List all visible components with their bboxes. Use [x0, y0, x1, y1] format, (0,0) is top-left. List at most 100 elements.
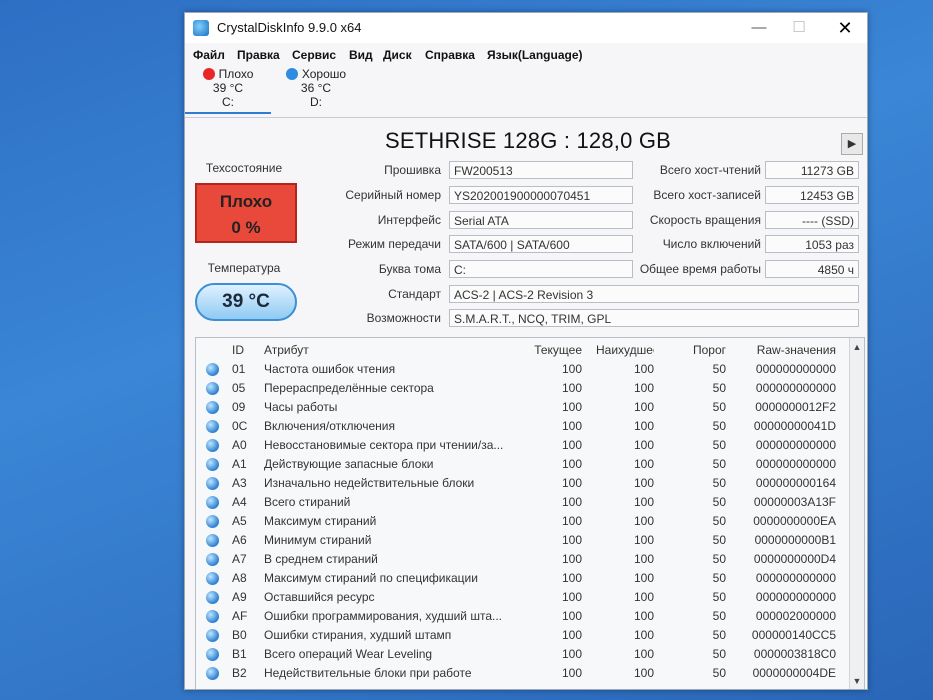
cell-worst: 100: [633, 362, 654, 376]
menu-view[interactable]: Вид: [349, 48, 373, 62]
power-on-count-field: 1053 раз: [765, 235, 859, 253]
table-row[interactable]: A4 Всего стираний 100 100 50 00000003A13F: [196, 493, 848, 512]
cell-raw: 000000000000: [755, 590, 836, 604]
table-row[interactable]: AF Ошибки программирования, худший шта...…: [196, 607, 848, 626]
col-current[interactable]: Текущее: [526, 343, 582, 357]
health-label: Техсостояние: [205, 161, 283, 175]
cell-attribute: Часы работы: [264, 400, 338, 414]
standard-field: ACS-2 | ACS-2 Revision 3: [449, 285, 859, 303]
minimize-button[interactable]: —: [745, 17, 773, 39]
table-row[interactable]: A7 В среднем стираний 100 100 50 0000000000D4: [196, 550, 848, 569]
health-percent: 0 %: [231, 218, 261, 237]
status-good-icon: [206, 629, 219, 642]
next-disk-button[interactable]: ▶: [841, 133, 863, 155]
table-row[interactable]: B2 Недействительные блоки при работе 100 10…: [196, 664, 848, 683]
selected-drive-indicator: [185, 112, 271, 114]
close-button[interactable]: ✕: [831, 17, 859, 39]
serial-label: Серийный номер: [345, 188, 441, 202]
cell-id: AF: [232, 609, 248, 623]
table-row[interactable]: B0 Ошибки стирания, худший штамп 100 100 50 0…: [196, 626, 848, 645]
table-row[interactable]: A1 Действующие запасные блоки 100 100 50 0000…: [196, 455, 848, 474]
menu-edit[interactable]: Правка: [237, 48, 280, 62]
cell-attribute: Всего стираний: [264, 495, 351, 509]
cell-worst: 100: [633, 419, 654, 433]
serial-field: YS202001900000070451: [449, 186, 633, 204]
table-row[interactable]: A5 Максимум стираний 100 100 50 0000000000EA: [196, 512, 848, 531]
cell-current: 100: [561, 495, 582, 509]
table-row[interactable]: 09 Часы работы 100 100 50 0000000012F2: [196, 398, 848, 417]
health-status-text: Плохо: [219, 192, 273, 211]
cell-id: A7: [232, 552, 247, 566]
transfer-mode-field: SATA/600 | SATA/600: [449, 235, 633, 253]
menu-file[interactable]: Файл: [193, 48, 225, 62]
drive-status: Плохо: [218, 67, 254, 81]
cell-current: 100: [561, 476, 582, 490]
scroll-down-icon[interactable]: ▼: [850, 674, 864, 688]
drive-letter-field: C:: [449, 260, 633, 278]
interface-label: Интерфейс: [377, 213, 441, 227]
scroll-up-icon[interactable]: ▲: [850, 340, 864, 354]
cell-worst: 100: [633, 400, 654, 414]
transfer-mode-label: Режим передачи: [348, 237, 441, 251]
table-row[interactable]: B1 Всего операций Wear Leveling 100 100 50 00…: [196, 645, 848, 664]
rotation-rate-field: ---- (SSD): [765, 211, 859, 229]
cell-raw: 0000000000D4: [753, 552, 836, 566]
drive-selector: Плохо 39 °C C: Хорошо 36 °C D:: [185, 65, 867, 115]
status-good-icon: [206, 534, 219, 547]
power-on-count-label: Число включений: [662, 237, 761, 251]
drive-tab-c[interactable]: Плохо 39 °C C:: [185, 67, 271, 109]
rotation-rate-label: Скорость вращения: [649, 213, 761, 227]
health-status-button[interactable]: Плохо 0 %: [195, 183, 297, 243]
col-raw[interactable]: Raw-значения: [740, 343, 836, 357]
menu-service[interactable]: Сервис: [292, 48, 336, 62]
cell-threshold: 50: [712, 609, 726, 623]
drive-tab-d[interactable]: Хорошо 36 °C D:: [273, 67, 359, 109]
menu-disk[interactable]: Диск: [383, 48, 412, 62]
cell-attribute: Частота ошибок чтения: [264, 362, 396, 376]
cell-id: B1: [232, 647, 247, 661]
cell-threshold: 50: [712, 457, 726, 471]
status-good-icon: [206, 610, 219, 623]
cell-worst: 100: [633, 514, 654, 528]
cell-worst: 100: [633, 571, 654, 585]
cell-current: 100: [561, 552, 582, 566]
table-row[interactable]: A8 Максимум стираний по спецификации 100 10…: [196, 569, 848, 588]
cell-id: 0C: [232, 419, 248, 433]
cell-current: 100: [561, 533, 582, 547]
table-row[interactable]: A3 Изначально недействительные блоки 100 10…: [196, 474, 848, 493]
table-row[interactable]: A6 Минимум стираний 100 100 50 0000000000B1: [196, 531, 848, 550]
firmware-label: Прошивка: [384, 163, 441, 177]
table-row[interactable]: 05 Перераспределённые сектора 100 100 50 0000…: [196, 379, 848, 398]
status-good-icon: [206, 648, 219, 661]
interface-field: Serial ATA: [449, 211, 633, 229]
features-field: S.M.A.R.T., NCQ, TRIM, GPL: [449, 309, 859, 327]
status-good-icon: [206, 515, 219, 528]
app-window: CrystalDiskInfo 9.9.0 x64 — ☐ ✕ Файл Пра…: [184, 12, 868, 690]
drive-temp: 36 °C: [300, 81, 332, 95]
status-bad-icon: [202, 68, 215, 80]
host-writes-label: Всего хост-записей: [653, 188, 761, 202]
maximize-button[interactable]: ☐: [785, 17, 813, 39]
status-good-icon: [206, 439, 219, 452]
vertical-scrollbar[interactable]: ▲ ▼: [849, 338, 864, 689]
col-worst[interactable]: Наихудшее: [596, 343, 654, 357]
col-id[interactable]: ID: [232, 343, 256, 357]
table-row[interactable]: A9 Оставшийся ресурс 100 100 50 000000000000: [196, 588, 848, 607]
cell-raw: 00000000041D: [753, 419, 836, 433]
cell-current: 100: [561, 590, 582, 604]
menu-language[interactable]: Язык(Language): [487, 48, 583, 62]
table-row[interactable]: 01 Частота ошибок чтения 100 100 50 000000000…: [196, 360, 848, 379]
status-good-icon: [206, 363, 219, 376]
cell-raw: 000002000000: [755, 609, 836, 623]
table-row[interactable]: A0 Невосстановимые сектора при чтении/за.…: [196, 436, 848, 455]
window-title: CrystalDiskInfo 9.9.0 x64: [217, 20, 362, 35]
cell-current: 100: [561, 609, 582, 623]
col-attribute[interactable]: Атрибут: [264, 343, 506, 357]
cell-threshold: 50: [712, 628, 726, 642]
cell-threshold: 50: [712, 552, 726, 566]
menu-help[interactable]: Справка: [425, 48, 475, 62]
cell-id: A0: [232, 438, 247, 452]
cell-current: 100: [561, 571, 582, 585]
col-threshold[interactable]: Порог: [674, 343, 726, 357]
table-row[interactable]: 0C Включения/отключения 100 100 50 0000000004…: [196, 417, 848, 436]
